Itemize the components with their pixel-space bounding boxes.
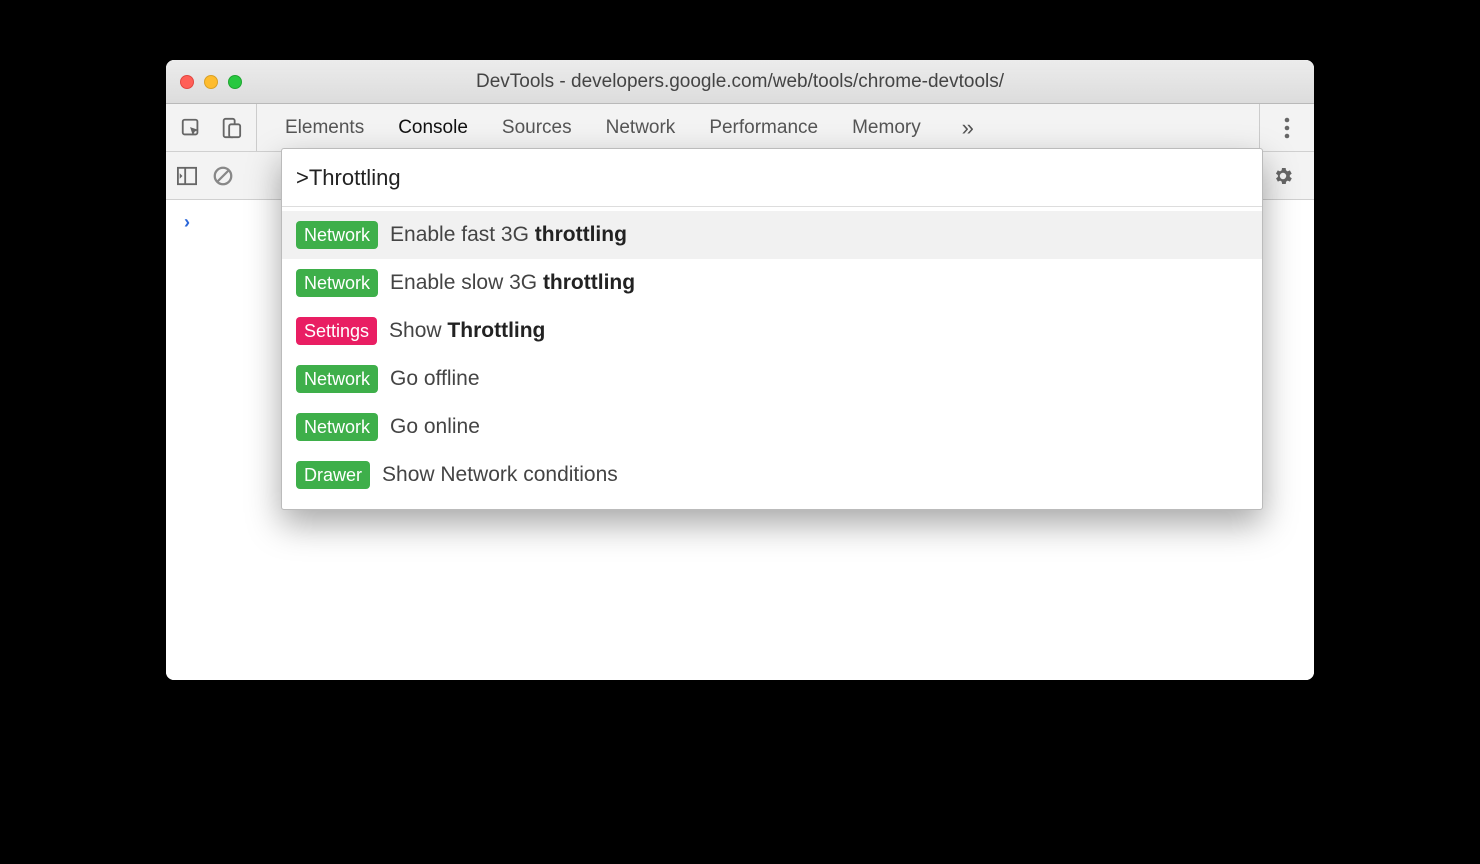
- tab-console[interactable]: Console: [398, 117, 468, 139]
- console-prompt-caret-icon[interactable]: ›: [184, 212, 190, 233]
- command-category-badge: Network: [296, 413, 378, 441]
- command-menu-item[interactable]: Settings Show Throttling: [282, 307, 1262, 355]
- tab-sources[interactable]: Sources: [502, 117, 572, 139]
- command-label: Show Throttling: [389, 319, 545, 343]
- tab-memory[interactable]: Memory: [852, 117, 921, 139]
- panel-tabs: Elements Console Sources Network Perform…: [257, 104, 1259, 151]
- kebab-menu-icon[interactable]: [1274, 115, 1300, 141]
- command-label: Go offline: [390, 367, 480, 391]
- toolbar-left: [166, 104, 257, 151]
- tab-network[interactable]: Network: [606, 117, 676, 139]
- toolbar-right: [1259, 104, 1314, 151]
- devtools-window: DevTools - developers.google.com/web/too…: [166, 60, 1314, 680]
- command-category-badge: Network: [296, 269, 378, 297]
- command-menu-item[interactable]: Network Go offline: [282, 355, 1262, 403]
- command-category-badge: Network: [296, 365, 378, 393]
- command-category-badge: Network: [296, 221, 378, 249]
- command-label: Show Network conditions: [382, 463, 618, 487]
- clear-console-icon[interactable]: [210, 163, 236, 189]
- command-menu-input[interactable]: >Throttling: [282, 149, 1262, 207]
- toggle-device-toolbar-icon[interactable]: [218, 115, 244, 141]
- console-settings-icon[interactable]: [1270, 163, 1296, 189]
- command-menu-input-value: >Throttling: [296, 165, 401, 191]
- tab-elements[interactable]: Elements: [285, 117, 364, 139]
- main-toolbar: Elements Console Sources Network Perform…: [166, 104, 1314, 152]
- command-label: Enable slow 3G throttling: [390, 271, 635, 295]
- command-menu-item[interactable]: Network Go online: [282, 403, 1262, 451]
- window-title: DevTools - developers.google.com/web/too…: [166, 71, 1314, 93]
- command-category-badge: Settings: [296, 317, 377, 345]
- titlebar: DevTools - developers.google.com/web/too…: [166, 60, 1314, 104]
- command-label: Go online: [390, 415, 480, 439]
- command-menu-item[interactable]: Network Enable fast 3G throttling: [282, 211, 1262, 259]
- command-label: Enable fast 3G throttling: [390, 223, 627, 247]
- inspect-element-icon[interactable]: [178, 115, 204, 141]
- tab-performance[interactable]: Performance: [709, 117, 818, 139]
- command-menu-item[interactable]: Network Enable slow 3G throttling: [282, 259, 1262, 307]
- more-tabs-icon[interactable]: »: [955, 115, 981, 141]
- command-menu-item[interactable]: Drawer Show Network conditions: [282, 451, 1262, 499]
- command-category-badge: Drawer: [296, 461, 370, 489]
- command-menu: >Throttling Network Enable fast 3G thrott…: [281, 148, 1263, 510]
- console-content: › >Throttling NetworkEnable fast 3G thro…: [166, 200, 1314, 680]
- console-sidebar-toggle-icon[interactable]: [174, 163, 200, 189]
- command-menu-results: Network Enable fast 3G throttling Network E…: [282, 207, 1262, 509]
